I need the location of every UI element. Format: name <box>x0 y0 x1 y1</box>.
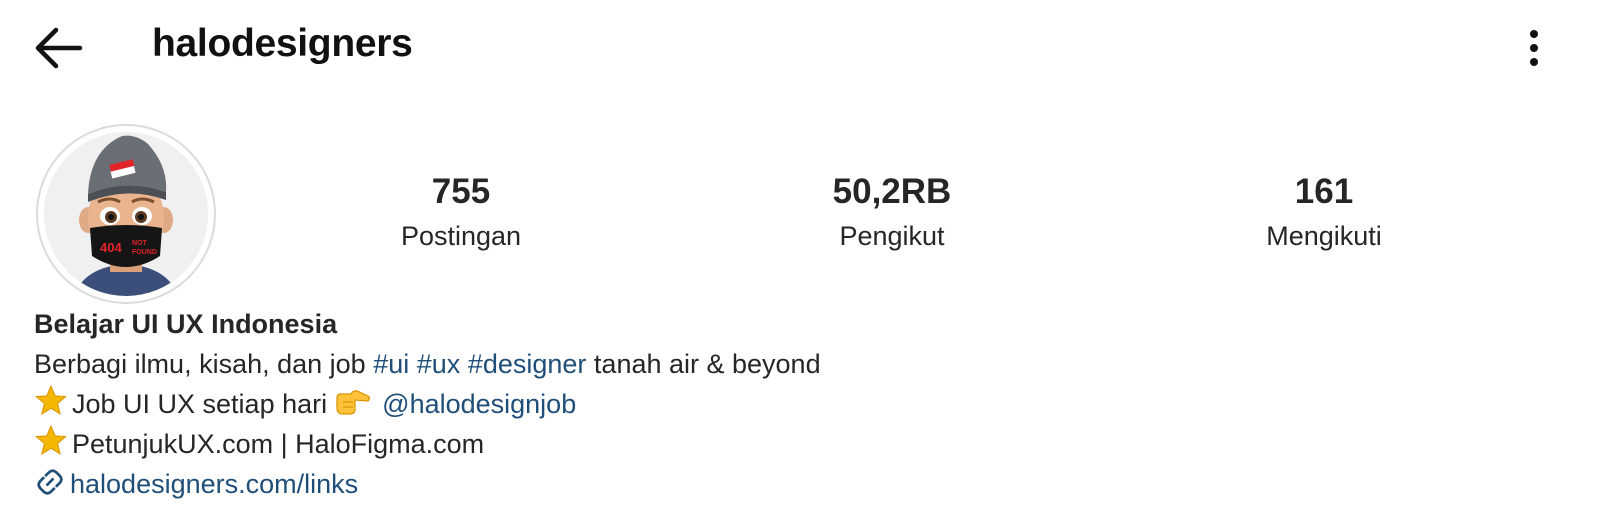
pointing-hand-icon <box>336 390 370 415</box>
following-count[interactable]: 161 Mengikuti <box>1204 170 1444 258</box>
vertical-ellipsis-icon <box>1530 30 1538 66</box>
back-button[interactable] <box>30 24 86 72</box>
followers-label: Pengikut <box>839 221 945 251</box>
svg-text:404: 404 <box>100 240 122 255</box>
posts-label: Postingan <box>400 221 522 251</box>
hashtag-designer[interactable]: #designer <box>468 349 587 379</box>
star-icon <box>34 424 68 455</box>
avatar-image: 404 NOT FOUND <box>44 132 208 296</box>
link-icon <box>37 469 63 495</box>
following-value: 161 <box>1294 172 1354 211</box>
star-icon <box>34 384 68 415</box>
mention-link[interactable]: @halodesignjob <box>382 389 576 419</box>
memoji-avatar-icon: 404 NOT FOUND <box>44 132 208 296</box>
hashtag-ui[interactable]: #ui <box>373 349 409 379</box>
website-link[interactable]: halodesigners.com/links <box>70 469 358 499</box>
profile-header: halodesigners <box>0 0 1600 96</box>
profile-bio: Belajar UI UX Indonesia Berbagi ilmu, ki… <box>34 304 1534 504</box>
avatar[interactable]: 404 NOT FOUND <box>36 124 216 304</box>
display-name: Belajar UI UX Indonesia <box>34 309 338 339</box>
posts-value: 755 <box>431 172 491 211</box>
bio-line-1: Berbagi ilmu, kisah, dan job #ui #ux #de… <box>34 349 821 379</box>
followers-count[interactable]: 50,2RB Pengikut <box>772 170 1012 258</box>
svg-text:NOT: NOT <box>132 240 148 247</box>
profile-username: halodesigners <box>152 22 413 65</box>
bio-line-2: Job UI UX setiap hari @halodesignjob <box>34 384 1534 424</box>
followers-value: 50,2RB <box>832 172 952 211</box>
posts-count[interactable]: 755 Postingan <box>341 170 581 258</box>
following-label: Mengikuti <box>1266 221 1382 251</box>
bio-line-3: PetunjukUX.com | HaloFigma.com <box>34 424 1534 464</box>
more-options-button[interactable] <box>1520 26 1548 70</box>
bio-link-row[interactable]: halodesigners.com/links <box>34 464 1534 504</box>
svg-text:FOUND: FOUND <box>132 249 157 256</box>
hashtag-ux[interactable]: #ux <box>417 349 461 379</box>
arrow-left-icon <box>35 27 83 69</box>
